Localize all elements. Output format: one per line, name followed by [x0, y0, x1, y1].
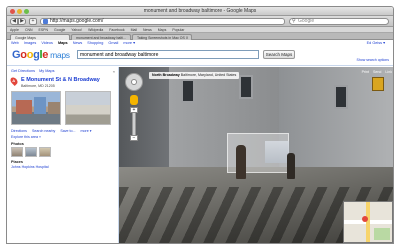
marker-icon[interactable]: A	[9, 76, 19, 86]
save-to-link[interactable]: Save to...	[60, 129, 75, 133]
place-link[interactable]: Johns Hopkins Hospital	[11, 165, 49, 169]
left-panel: Get Directions My Maps « A E Monument St…	[7, 67, 119, 243]
back-button[interactable]: ◀	[10, 18, 18, 25]
thumbnail-building	[34, 97, 46, 114]
street-sign	[372, 77, 384, 91]
get-directions-link[interactable]: Get Directions	[11, 69, 35, 73]
photos-heading: Photos	[11, 142, 24, 146]
gbar-web[interactable]: Web	[11, 41, 19, 45]
building-window	[334, 85, 348, 109]
zoom-slider[interactable]	[132, 109, 136, 137]
places-heading: Places	[11, 160, 24, 164]
result-actions: Directions Search nearby Save to... more…	[11, 129, 96, 133]
photo-thumbnail[interactable]	[39, 147, 51, 157]
bookmark-item[interactable]: Google	[54, 28, 65, 32]
location-pin-icon	[362, 216, 368, 222]
panel-links: Get Directions My Maps	[11, 69, 58, 73]
maps-search-input[interactable]: monument and broadway baltimore	[77, 50, 259, 59]
maps-header: Google maps monument and broadway baltimo…	[7, 46, 393, 66]
thumbnail-building	[48, 102, 60, 114]
thumbnail-building	[16, 100, 32, 114]
street-view-address: North Broadway Baltimore, Maryland, Unit…	[149, 72, 240, 79]
bookmark-item[interactable]: Facebook	[109, 28, 124, 32]
collapse-panel-icon[interactable]: «	[113, 69, 115, 74]
add-bookmark-button[interactable]: +	[29, 18, 37, 25]
bookmark-item[interactable]: ESPN	[39, 28, 49, 32]
map-park	[374, 228, 390, 240]
print-link[interactable]: Print	[362, 70, 369, 74]
gbar-news[interactable]: News	[73, 41, 83, 45]
pegman-icon[interactable]	[130, 95, 138, 105]
search-icon: ⚲	[292, 18, 296, 24]
gbar-maps[interactable]: Maps	[58, 41, 68, 45]
street-view-controls: Print Send Link	[359, 70, 392, 74]
photo-thumbnail[interactable]	[11, 147, 23, 157]
tab-bar: Google Maps monument and broadway balti.…	[7, 33, 393, 40]
street-location: Baltimore, Maryland, United States	[180, 73, 237, 77]
bookmark-item[interactable]: CNN	[25, 28, 33, 32]
link-link[interactable]: Link	[385, 70, 392, 74]
street-view-panorama[interactable]: North Broadway Baltimore, Maryland, Unit…	[119, 67, 393, 243]
zoom-out-button[interactable]: −	[130, 135, 138, 141]
forward-button[interactable]: ▶	[18, 18, 26, 25]
gbar-gmail[interactable]: Gmail	[108, 41, 118, 45]
bookmark-item[interactable]: Popular	[172, 28, 184, 32]
pedestrian	[236, 145, 246, 179]
gbar-images[interactable]: Images	[24, 41, 36, 45]
bookmark-item[interactable]: Wikipedia	[88, 28, 103, 32]
building-window	[181, 79, 195, 103]
bookmark-item[interactable]: Maps	[158, 28, 167, 32]
result-address: Baltimore, MD 21205	[21, 84, 55, 88]
mini-map[interactable]	[343, 201, 393, 243]
logo-maps-word: maps	[50, 50, 70, 60]
search-nearby-link[interactable]: Search nearby	[32, 129, 55, 133]
address-bar[interactable]: http://maps.google.com/	[40, 18, 285, 25]
browser-search-field[interactable]: ⚲ Google	[289, 18, 389, 25]
search-maps-button[interactable]: Search Maps	[263, 50, 295, 59]
street-view-thumbnail[interactable]	[11, 91, 61, 125]
window-title: monument and broadway baltimore - Google…	[143, 8, 257, 14]
overlay-image	[265, 141, 289, 163]
logo-letter: e	[42, 49, 49, 61]
gbar-videos[interactable]: Videos	[41, 41, 53, 45]
more-link[interactable]: more ▾	[81, 129, 92, 133]
favicon-icon	[43, 19, 48, 24]
compass-icon[interactable]	[131, 79, 137, 85]
title-bar: monument and broadway baltimore - Google…	[7, 7, 393, 16]
gbar-more[interactable]: more ▾	[123, 41, 135, 45]
google-maps-logo[interactable]: Google maps	[12, 49, 70, 61]
explore-area-link[interactable]: Explore this area »	[11, 135, 41, 139]
bookmark-item[interactable]: Yahoo!	[71, 28, 82, 32]
marker-label: A	[12, 78, 16, 84]
map-road	[366, 202, 370, 242]
url-text: http://maps.google.com/	[50, 18, 104, 24]
photo-thumbnail[interactable]	[25, 147, 37, 157]
pedestrian	[287, 153, 295, 179]
browser-window: monument and broadway baltimore - Google…	[6, 6, 394, 244]
zoom-in-button[interactable]: +	[130, 107, 138, 113]
search-options-link[interactable]: Show search options	[357, 58, 390, 62]
pan-control[interactable]	[125, 73, 143, 91]
browser-toolbar: ◀ ▶ + http://maps.google.com/ ⚲ Google	[7, 16, 393, 27]
bookmark-item[interactable]: News	[143, 28, 152, 32]
area-thumbnail[interactable]	[65, 91, 111, 125]
bookmark-item[interactable]: Mail	[131, 28, 137, 32]
browser-search-placeholder: Google	[298, 18, 315, 24]
my-maps-link[interactable]: My Maps	[39, 69, 54, 73]
result-title[interactable]: E Monument St & N Broadway	[21, 77, 100, 83]
directions-link[interactable]: Directions	[11, 129, 27, 133]
bookmark-item[interactable]: Apple	[10, 28, 19, 32]
gbar-shopping[interactable]: Shopping	[87, 41, 103, 45]
building-window	[239, 75, 253, 99]
send-link[interactable]: Send	[373, 70, 381, 74]
street-name: North Broadway	[152, 73, 180, 77]
